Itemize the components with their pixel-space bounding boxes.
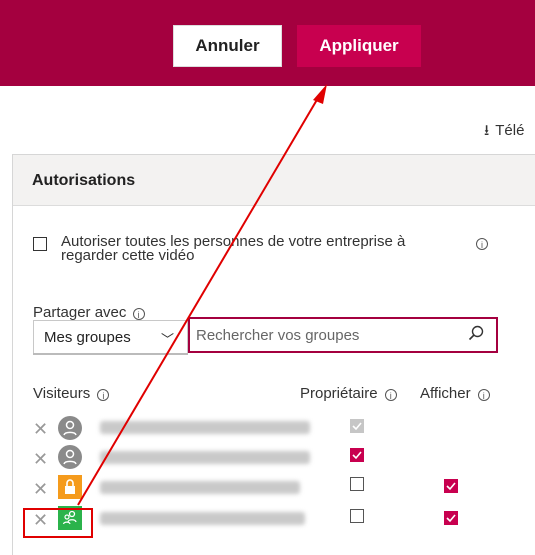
allow-all-label: Autoriser toutes les personnes de votre … [61,233,406,264]
owner-checkbox[interactable] [350,448,364,462]
info-icon[interactable]: i [476,238,488,250]
info-icon[interactable]: i [132,308,145,320]
highlight-box [23,508,93,538]
permissions-title: Autorisations [32,172,136,189]
chevron-down-icon: ﹀ [161,332,175,347]
cancel-button[interactable]: Annuler [173,25,282,67]
permissions-panel: Autorisations Autoriser toutes les perso… [12,154,535,555]
visitor-name-blurred [100,451,310,464]
allow-all-checkbox[interactable] [33,237,47,251]
display-column-header: Afficher i [420,385,490,402]
owner-checkbox[interactable] [350,509,364,523]
group-dropdown-value: Mes groupes [44,329,131,346]
group-search-box[interactable] [188,317,498,353]
group-dropdown[interactable]: Mes groupes ﹀ [33,320,188,354]
permissions-header: Autorisations [13,155,535,206]
person-icon [58,445,82,469]
display-checkbox[interactable] [444,479,458,493]
download-link[interactable]: ⭳ Télé [484,120,524,145]
apply-button[interactable]: Appliquer [297,25,421,67]
download-label: Télé [495,122,525,139]
owner-checkbox[interactable] [350,477,364,491]
visitor-name-blurred [100,481,300,494]
info-icon[interactable]: i [477,389,490,401]
visitor-name-blurred [100,421,310,434]
visitors-label: Visiteurs [33,385,91,402]
owner-checkbox[interactable] [350,419,364,433]
group-search-input[interactable] [196,325,446,345]
dropdown-underline [33,353,188,355]
share-with-text: Partager avec [33,304,127,321]
display-checkbox[interactable] [444,511,458,525]
owner-label: Propriétaire [300,385,378,402]
info-icon[interactable]: i [384,389,397,401]
remove-icon[interactable]: ✕ [33,450,48,468]
visitor-name-blurred [100,512,305,525]
owner-column-header: Propriétaire i [300,385,397,402]
lock-group-icon [58,475,82,499]
remove-icon[interactable]: ✕ [33,420,48,438]
person-icon [58,416,82,440]
top-action-bar: Annuler Appliquer [0,0,535,86]
remove-icon[interactable]: ✕ [33,480,48,498]
info-icon[interactable]: i [97,389,110,401]
search-icon[interactable] [468,325,484,341]
display-label: Afficher [420,385,471,402]
download-icon: ⭳ [484,122,490,139]
share-with-label: Partager avec i [33,304,145,321]
visitors-column-header: Visiteurs i [33,385,110,402]
